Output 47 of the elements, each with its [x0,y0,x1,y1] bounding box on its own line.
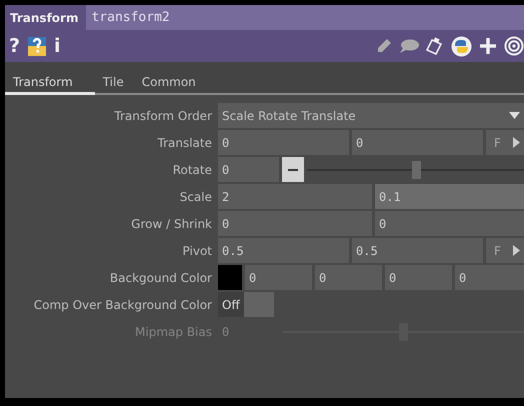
help-button[interactable]: ? [9,35,20,57]
speech-bubble-icon[interactable] [399,39,419,53]
parameter-label: Grow / Shrink [130,216,213,232]
play-arrow-icon [512,137,520,148]
parameter-label: Transform Order [113,108,213,124]
play-arrow-icon [512,245,520,256]
number-field[interactable]: 0 [245,265,312,290]
folder-help-icon[interactable] [27,35,48,57]
parameter-label: Pivot [182,242,213,260]
number-field[interactable]: 0 [218,157,279,182]
target-icon[interactable] [504,36,524,56]
slider-step-button[interactable] [282,157,304,182]
number-field[interactable]: 0 [455,265,524,290]
expand-button[interactable]: F [486,238,524,263]
number-field[interactable]: 0 [315,265,382,290]
number-field[interactable]: 0 [375,211,524,236]
parameter-label: Translate [156,134,213,152]
expand-button[interactable]: F [486,130,524,155]
dropdown-arrow-icon [509,112,520,119]
python-logo-icon[interactable] [451,36,472,56]
operator-type-label: Transform [9,10,80,26]
parameter-label: Backgound Color [108,270,213,286]
tab[interactable]: Tile [94,68,134,95]
dropdown-menu[interactable]: Scale Rotate Translate [218,103,524,128]
number-field[interactable]: 0.1 [375,184,524,209]
parameter-label: Rotate [172,162,213,178]
slider-handle[interactable] [412,161,420,179]
info-button[interactable]: i [54,35,61,57]
number-field[interactable]: 0.5 [218,238,349,263]
parameter-label: Mipmap Bias [134,324,213,340]
clipboard-icon[interactable] [426,37,444,55]
number-field[interactable]: 0 [385,265,452,290]
pencil-icon[interactable] [376,38,392,54]
parameter-label: Comp Over Background Color [32,296,213,314]
tab[interactable]: Transform [5,68,95,95]
number-field[interactable]: 0.5 [352,238,483,263]
number-field[interactable]: 2 [218,184,372,209]
toggle-switch[interactable] [244,292,274,317]
number-field[interactable]: 0 [352,130,483,155]
number-field[interactable]: 0 [218,130,349,155]
color-swatch[interactable] [218,265,242,290]
plus-icon[interactable] [479,37,497,55]
parameter-label: Scale [178,188,213,206]
node-name-field[interactable]: transform2 [86,5,524,30]
toggle-button[interactable]: Off [218,292,244,317]
number-field[interactable]: 0 [218,211,372,236]
tab[interactable]: Common [134,68,206,95]
